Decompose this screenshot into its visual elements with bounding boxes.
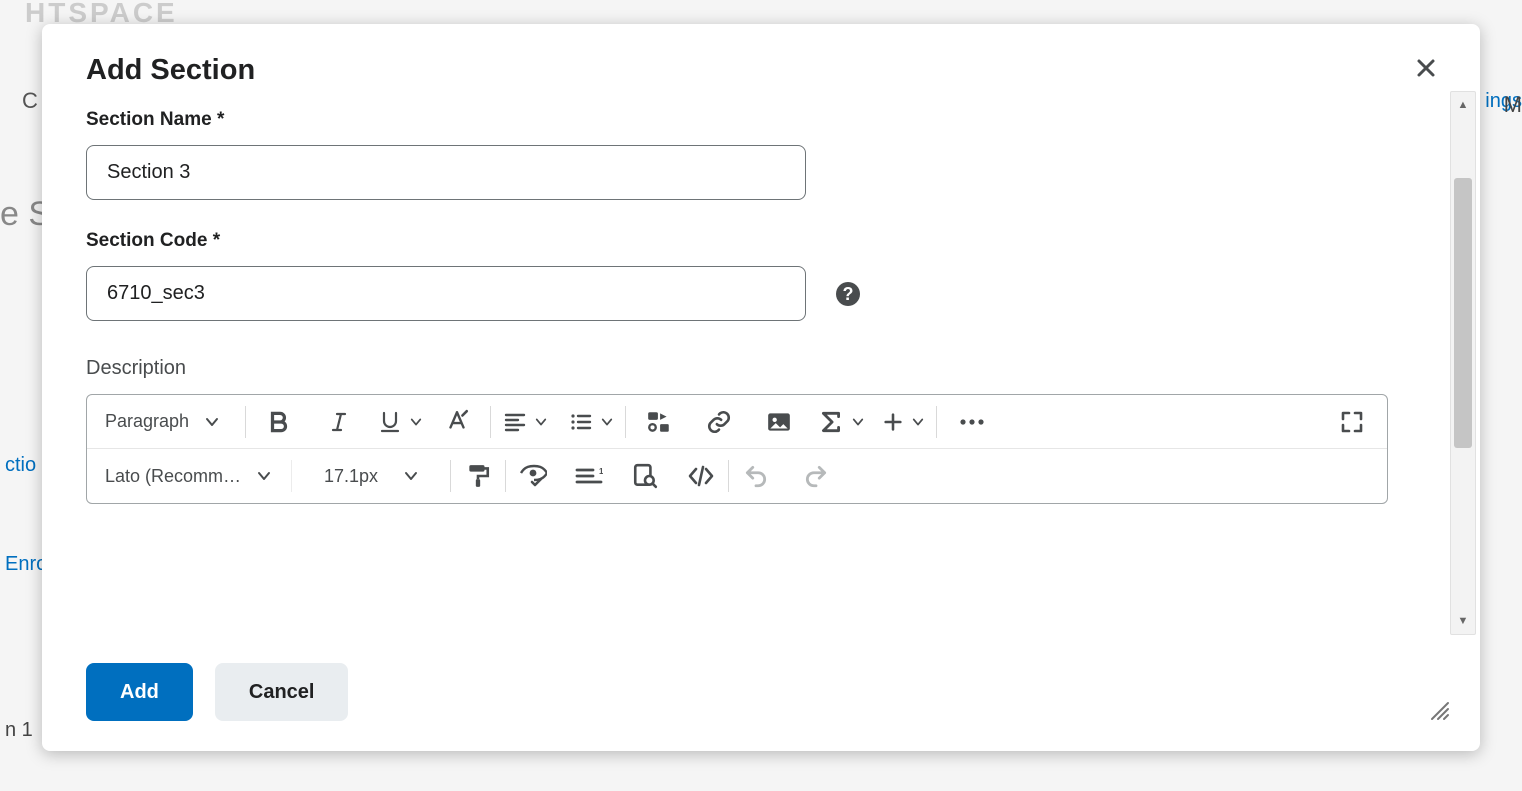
paragraph-format-dropdown[interactable]: Paragraph: [93, 401, 239, 443]
scroll-thumb[interactable]: [1454, 178, 1472, 448]
word-count-button[interactable]: 123: [568, 455, 610, 497]
ellipsis-icon: [958, 417, 986, 427]
scroll-track[interactable]: [1451, 118, 1475, 608]
format-painter-button[interactable]: [457, 455, 499, 497]
insert-more-button[interactable]: [882, 401, 924, 443]
chevron-down-icon: [852, 416, 864, 428]
chevron-down-icon: [601, 416, 613, 428]
underline-icon: [378, 410, 402, 434]
section-code-label-text: Section Code: [86, 230, 207, 251]
plus-icon: [882, 411, 904, 433]
insert-image-button[interactable]: [758, 401, 800, 443]
dialog-body: Section Name * Section Code * ? Descript…: [42, 87, 1480, 639]
paragraph-format-label: Paragraph: [105, 411, 189, 432]
italic-button[interactable]: [318, 401, 360, 443]
sigma-icon: [818, 409, 844, 435]
section-code-input[interactable]: [86, 266, 806, 321]
image-icon: [766, 409, 792, 435]
source-code-button[interactable]: [680, 455, 722, 497]
chevron-down-icon: [535, 416, 547, 428]
bold-icon: [266, 409, 292, 435]
page-search-icon: [632, 463, 658, 489]
redo-icon: [803, 463, 829, 489]
more-actions-button[interactable]: [951, 401, 993, 443]
section-code-help-button[interactable]: ?: [834, 280, 862, 308]
cancel-button[interactable]: Cancel: [215, 663, 349, 721]
chevron-down-icon: [257, 469, 271, 483]
background-char-m: M: [1504, 92, 1522, 118]
required-asterisk: *: [217, 109, 224, 130]
link-icon: [706, 409, 732, 435]
background-link-ctio: ctio: [5, 454, 36, 477]
preview-button[interactable]: [624, 455, 666, 497]
background-n1: n 1: [5, 719, 33, 742]
fullscreen-button[interactable]: [1331, 401, 1373, 443]
editor-toolbar-row-1: Paragraph: [87, 395, 1387, 449]
help-icon: ?: [835, 281, 861, 307]
add-button[interactable]: Add: [86, 663, 193, 721]
list-button[interactable]: [569, 401, 613, 443]
dialog-scrollbar[interactable]: ▲ ▼: [1450, 91, 1476, 635]
undo-button[interactable]: [735, 455, 777, 497]
rich-text-editor: Paragraph: [86, 394, 1388, 504]
close-button[interactable]: [1412, 54, 1440, 82]
resize-grip-icon: [1428, 699, 1450, 721]
insert-stuff-button[interactable]: [638, 401, 680, 443]
font-family-label: Lato (Recomm…: [105, 466, 241, 487]
close-icon: [1416, 58, 1436, 78]
resize-handle[interactable]: [1428, 699, 1450, 721]
font-size-label: 17.1px: [324, 466, 378, 487]
section-name-label: Section Name *: [86, 109, 1436, 131]
insert-stuff-icon: [646, 409, 672, 435]
code-icon: [688, 465, 714, 487]
text-color-button[interactable]: [436, 401, 478, 443]
dialog-footer: Add Cancel: [42, 639, 1480, 751]
chevron-down-icon: [912, 416, 924, 428]
section-name-field: Section Name *: [86, 109, 1436, 200]
undo-icon: [743, 463, 769, 489]
add-section-dialog: Add Section Section Name * Section Code …: [42, 24, 1480, 751]
required-asterisk: *: [213, 230, 220, 251]
accessibility-check-button[interactable]: [512, 455, 554, 497]
svg-text:?: ?: [843, 284, 854, 304]
word-count-icon: 123: [575, 464, 603, 488]
align-button[interactable]: [503, 401, 547, 443]
font-size-dropdown[interactable]: 17.1px: [298, 455, 444, 497]
background-char-c: C: [22, 88, 38, 114]
dialog-title: Add Section: [86, 54, 1436, 87]
svg-text:123: 123: [599, 467, 603, 476]
background-link-enro: Enro: [5, 553, 47, 576]
expand-icon: [1340, 410, 1364, 434]
chevron-down-icon: [205, 415, 219, 429]
section-code-label: Section Code *: [86, 230, 1436, 252]
scroll-down-button[interactable]: ▼: [1451, 608, 1475, 634]
eye-check-icon: [519, 463, 547, 489]
paint-roller-icon: [465, 463, 491, 489]
description-label: Description: [86, 357, 1436, 380]
section-name-input[interactable]: [86, 145, 806, 200]
section-name-label-text: Section Name: [86, 109, 212, 130]
insert-link-button[interactable]: [698, 401, 740, 443]
bold-button[interactable]: [258, 401, 300, 443]
chevron-down-icon: [404, 469, 418, 483]
text-color-icon: [444, 409, 470, 435]
align-left-icon: [503, 410, 527, 434]
equation-button[interactable]: [818, 401, 864, 443]
dialog-header: Add Section: [42, 24, 1480, 87]
section-code-field: Section Code * ?: [86, 230, 1436, 321]
italic-icon: [327, 410, 351, 434]
chevron-down-icon: [410, 416, 422, 428]
redo-button[interactable]: [795, 455, 837, 497]
scroll-up-button[interactable]: ▲: [1451, 92, 1475, 118]
editor-toolbar-row-2: Lato (Recomm… 17.1px 123: [87, 449, 1387, 503]
font-family-dropdown[interactable]: Lato (Recomm…: [93, 455, 285, 497]
underline-button[interactable]: [378, 401, 422, 443]
bullet-list-icon: [569, 410, 593, 434]
